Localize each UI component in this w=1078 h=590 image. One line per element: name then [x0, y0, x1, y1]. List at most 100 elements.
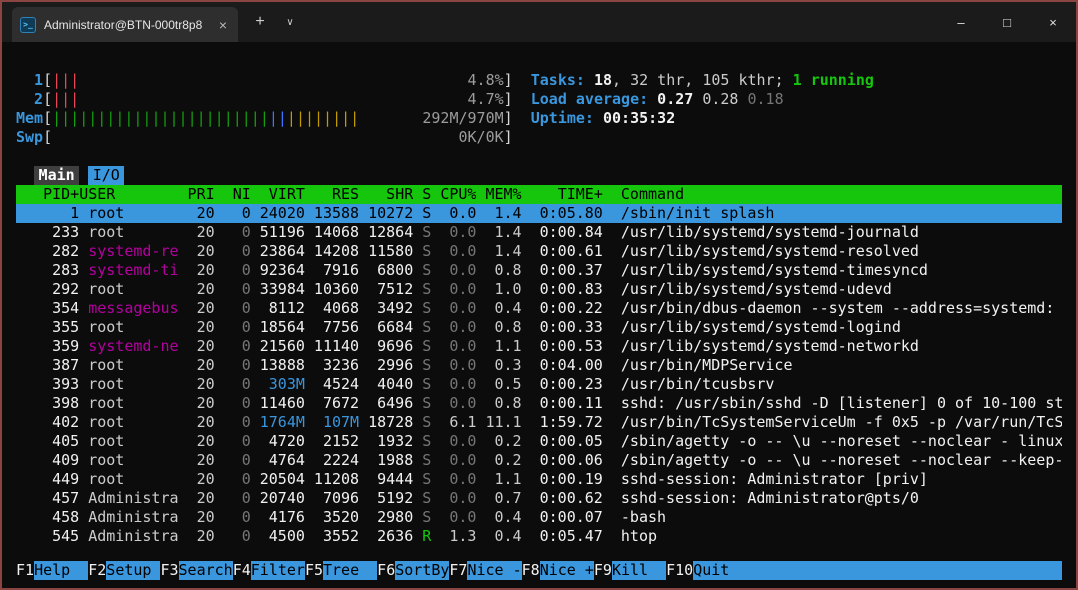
- cell-s: S: [413, 242, 431, 261]
- cell-cmd: sshd-session: Administrator@pts/0: [603, 489, 1062, 508]
- cell-cpu: 0.0: [431, 223, 476, 242]
- col-header-s[interactable]: S: [413, 185, 431, 204]
- uptime-line: Uptime: 00:35:32: [531, 109, 1062, 128]
- process-row[interactable]: 405root200472021521932S0.00.20:00.05/sbi…: [16, 432, 1062, 451]
- titlebar-drag-area[interactable]: [304, 2, 938, 42]
- cell-mem: 1.4: [476, 204, 521, 223]
- cell-virt: 1764M: [251, 413, 305, 432]
- col-header-pri[interactable]: PRI: [179, 185, 215, 204]
- process-row[interactable]: 387root2001388832362996S0.00.30:04.00/us…: [16, 356, 1062, 375]
- process-row[interactable]: 398root2001146076726496S0.00.80:00.11ssh…: [16, 394, 1062, 413]
- memory-bar-green: ||||||||||||||||||||||||: [52, 109, 269, 128]
- cell-cmd: /usr/bin/tcusbsrv: [603, 375, 1062, 394]
- cell-cmd: /usr/bin/MDPService: [603, 356, 1062, 375]
- meter-close-bracket: ]: [504, 109, 513, 128]
- cell-pid: 233: [16, 223, 79, 242]
- col-header-shr[interactable]: SHR: [359, 185, 413, 204]
- process-row[interactable]: 409root200476422241988S0.00.20:00.06/sbi…: [16, 451, 1062, 470]
- col-header-cpu[interactable]: CPU%: [431, 185, 476, 204]
- fkey-f9-kill[interactable]: F9Kill: [594, 561, 666, 580]
- cpu1-meter-value: 4.8%: [468, 71, 504, 90]
- cell-pid: 398: [16, 394, 79, 413]
- fkey-f6-sortby[interactable]: F6SortBy: [377, 561, 449, 580]
- cell-res: 107M: [305, 413, 359, 432]
- cell-shr: 11580: [359, 242, 413, 261]
- cell-mem: 1.4: [476, 223, 521, 242]
- process-row[interactable]: 292root20033984103607512S0.01.00:00.83/u…: [16, 280, 1062, 299]
- fkey-key: F7: [449, 561, 467, 580]
- col-header-virt[interactable]: VIRT: [251, 185, 305, 204]
- cell-virt: 4500: [251, 527, 305, 546]
- cell-user: messagebus: [88, 299, 178, 318]
- cell-mem: 0.2: [476, 432, 521, 451]
- process-row[interactable]: 458Administra200417635202980S0.00.40:00.…: [16, 508, 1062, 527]
- process-row[interactable]: 545Administra200450035522636R1.30.40:05.…: [16, 527, 1062, 546]
- process-row[interactable]: 355root2001856477566684S0.00.80:00.33/us…: [16, 318, 1062, 337]
- cell-s: S: [413, 508, 431, 527]
- col-header-user[interactable]: USER: [79, 185, 178, 204]
- cell-s: S: [413, 280, 431, 299]
- tab-io[interactable]: I/O: [88, 166, 124, 185]
- fkey-key: F4: [233, 561, 251, 580]
- process-row[interactable]: 1root200240201358810272S0.01.40:05.80/sb…: [16, 204, 1062, 223]
- cell-pri: 20: [179, 356, 215, 375]
- process-row[interactable]: 457Administra2002074070965192S0.00.70:00…: [16, 489, 1062, 508]
- col-header-mem[interactable]: MEM%: [476, 185, 521, 204]
- fkey-f3-search[interactable]: F3Search: [160, 561, 232, 580]
- cell-time: 0:00.11: [522, 394, 603, 413]
- process-row[interactable]: 282systemd-re200238641420811580S0.01.40:…: [16, 242, 1062, 261]
- cell-time: 1:59.72: [522, 413, 603, 432]
- process-row[interactable]: 233root200511961406812864S0.01.40:00.84/…: [16, 223, 1062, 242]
- process-row[interactable]: 393root200303M45244040S0.00.50:00.23/usr…: [16, 375, 1062, 394]
- cell-cpu: 0.0: [431, 432, 476, 451]
- minimize-button[interactable]: –: [938, 2, 984, 42]
- tab-close-icon[interactable]: ×: [216, 18, 230, 32]
- fkey-f4-filter[interactable]: F4Filter: [233, 561, 305, 580]
- fkey-f2-setup[interactable]: F2Setup: [88, 561, 160, 580]
- fkey-f5-tree[interactable]: F5Tree: [305, 561, 377, 580]
- terminal-tab[interactable]: Administrator@BTN-000tr8p8 ×: [12, 7, 238, 42]
- col-header-pid[interactable]: PID+: [16, 185, 79, 204]
- col-header-cmd[interactable]: Command: [603, 185, 1062, 204]
- cell-pid: 355: [16, 318, 79, 337]
- tab-dropdown-icon[interactable]: ∨: [276, 2, 304, 42]
- cell-s: S: [413, 394, 431, 413]
- cell-ni: 0: [215, 375, 251, 394]
- cell-shr: 4040: [359, 375, 413, 394]
- fkey-f8-nice[interactable]: F8Nice +: [522, 561, 594, 580]
- col-header-ni[interactable]: NI: [215, 185, 251, 204]
- process-row[interactable]: 449root20020504112089444S0.01.10:00.19ss…: [16, 470, 1062, 489]
- process-row[interactable]: 354messagebus200811240683492S0.00.40:00.…: [16, 299, 1062, 318]
- cell-user: root: [88, 356, 178, 375]
- process-row[interactable]: 283systemd-ti2009236479166800S0.00.80:00…: [16, 261, 1062, 280]
- fkey-f10-quit[interactable]: F10Quit: [666, 561, 747, 580]
- process-row[interactable]: 359systemd-ne20021560111409696S0.01.10:0…: [16, 337, 1062, 356]
- cell-s: S: [413, 470, 431, 489]
- close-button[interactable]: ×: [1030, 2, 1076, 42]
- fkey-f7-nice[interactable]: F7Nice -: [449, 561, 521, 580]
- fkey-f1-help[interactable]: F1Help: [16, 561, 88, 580]
- memory-meter-body: ||||||||||||||||||||||||||||||||||292M/9…: [52, 109, 504, 128]
- process-row[interactable]: 402root2001764M107M18728S6.111.11:59.72/…: [16, 413, 1062, 432]
- meters-column: 1[|||4.8%]2[|||4.7%]Mem[||||||||||||||||…: [16, 71, 522, 147]
- cell-pid: 354: [16, 299, 79, 318]
- cell-cpu: 0.0: [431, 299, 476, 318]
- cell-time: 0:05.80: [522, 204, 603, 223]
- text-segment: , 32 thr, 105 kthr;: [612, 71, 793, 90]
- col-header-time[interactable]: TIME+: [522, 185, 603, 204]
- cell-ni: 0: [215, 489, 251, 508]
- tab-title: Administrator@BTN-000tr8p8: [44, 18, 208, 32]
- cell-shr: 9444: [359, 470, 413, 489]
- tab-main[interactable]: Main: [34, 166, 79, 185]
- maximize-button[interactable]: □: [984, 2, 1030, 42]
- cell-cmd: /usr/lib/systemd/systemd-resolved: [603, 242, 1062, 261]
- cell-pri: 20: [179, 261, 215, 280]
- cell-shr: 2980: [359, 508, 413, 527]
- new-tab-button[interactable]: +: [244, 2, 276, 42]
- col-header-res[interactable]: RES: [305, 185, 359, 204]
- cell-res: 13588: [305, 204, 359, 223]
- cell-virt: 4720: [251, 432, 305, 451]
- fkey-label: Search: [179, 561, 233, 580]
- titlebar[interactable]: Administrator@BTN-000tr8p8 × + ∨ – □ ×: [2, 2, 1076, 42]
- terminal-icon: [20, 17, 36, 33]
